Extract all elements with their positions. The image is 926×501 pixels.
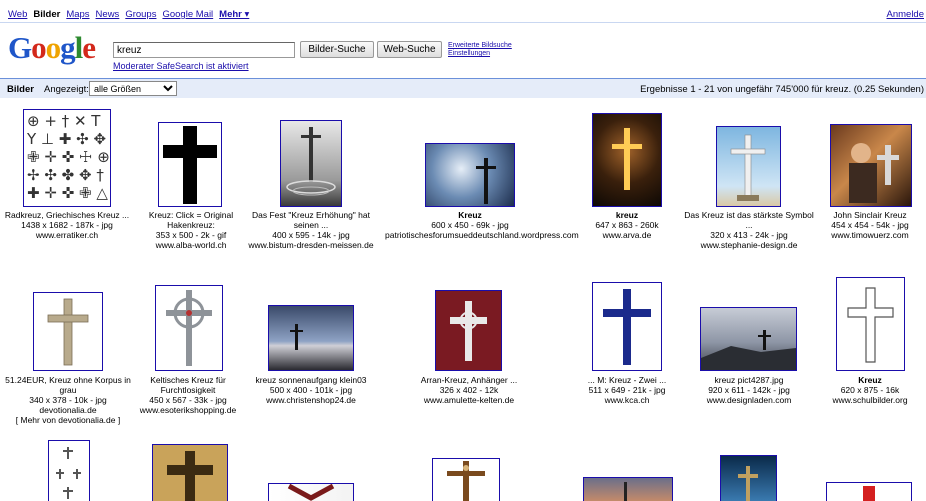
result-thumb-7[interactable] — [830, 124, 912, 207]
sunrise-cross-icon — [290, 324, 303, 350]
figure-cross-icon — [849, 143, 899, 203]
result-thumb-5[interactable] — [592, 113, 662, 207]
result-thumb-10[interactable] — [268, 305, 354, 371]
black-cross-icon — [163, 126, 217, 204]
result-caption-7: John Sinclair Kreuz 454 x 454 - 54k - jp… — [831, 210, 909, 240]
size-label: Angezeigt: — [44, 84, 89, 95]
nav-groups[interactable]: Groups — [125, 9, 156, 20]
result-caption-11: Arran-Kreuz, Anhänger ... 326 x 402 - 12… — [420, 375, 518, 405]
result-caption-3: Das Fest "Kreuz Erhöhung" hat seinen ...… — [248, 210, 374, 250]
web-search-button[interactable]: Web-Suche — [377, 41, 442, 58]
result-thumb-3[interactable] — [280, 120, 342, 207]
red-block-icon — [863, 486, 875, 501]
result-thumb-18[interactable] — [432, 458, 500, 501]
svg-text:⊕ + † ✕ T: ⊕ + † ✕ T — [27, 112, 101, 130]
result-thumb-14[interactable] — [836, 277, 905, 371]
nav-maps[interactable]: Maps — [66, 9, 89, 20]
nav-links: Web Bilder Maps News Groups Google Mail … — [8, 9, 249, 20]
outline-cross-icon — [847, 287, 894, 363]
metal-cross-icon — [730, 134, 766, 201]
underwater-cross-icon — [738, 466, 758, 501]
search-input[interactable] — [113, 42, 295, 58]
blue-cross-icon — [603, 289, 651, 365]
result-caption-12: ... M: Kreuz - Zwei ... 511 x 649 - 21k … — [587, 375, 667, 405]
result-thumb-12[interactable] — [592, 282, 662, 371]
grey-cross-icon — [47, 298, 89, 366]
result-thumb-6[interactable] — [716, 126, 781, 207]
result-caption-6: Das Kreuz ist das stärkste Symbol ... 32… — [684, 210, 814, 250]
svg-text:✙ ✛ ✜ ☩ ⊕: ✙ ✛ ✜ ☩ ⊕ — [27, 148, 110, 166]
nav-more[interactable]: Mehr ▾ — [219, 9, 249, 20]
result-thumb-2[interactable] — [158, 122, 222, 207]
result-caption-4: Kreuz 600 x 450 - 69k - jpg patriotische… — [385, 210, 579, 240]
svg-text:Y ⊥ ✚ ✣ ✥: Y ⊥ ✚ ✣ ✥ — [26, 130, 106, 148]
nav-web[interactable]: Web — [8, 9, 27, 20]
svg-text:✢ ✣ ✤ ✥ †: ✢ ✣ ✤ ✥ † — [27, 166, 104, 184]
result-thumb-16[interactable] — [152, 444, 228, 501]
ornate-cross-icon — [167, 451, 213, 501]
results-bar: Bilder Angezeigt: alle Größen Ergebnisse… — [0, 78, 926, 98]
cross-water-icon — [286, 127, 336, 196]
result-caption-8: 51.24EUR, Kreuz ohne Korpus in grau 340 … — [5, 375, 131, 425]
advanced-links: Erweiterte Bildsuche Einstellungen — [448, 42, 512, 58]
svg-text:✚ ✛ ✜ ✙ △: ✚ ✛ ✜ ✙ △ — [27, 184, 108, 202]
result-caption-14: Kreuz 620 x 875 - 16k www.schulbilder.or… — [832, 375, 908, 405]
cloud-cross-icon — [476, 158, 496, 204]
result-caption-1: Radkreuz, Griechisches Kreuz ... 1438 x … — [4, 210, 130, 240]
glowing-cross-icon — [612, 128, 642, 190]
nav-news[interactable]: News — [96, 9, 120, 20]
result-thumb-19[interactable] — [583, 477, 673, 501]
nav-images: Bilder — [33, 9, 61, 20]
result-thumb-15[interactable] — [48, 440, 90, 501]
settings-link[interactable]: Einstellungen — [448, 50, 490, 57]
result-caption-2: Kreuz: Click = Original Hakenkreuz: 353 … — [148, 210, 234, 250]
nav-divider — [0, 22, 926, 23]
google-logo[interactable]: Google — [8, 30, 96, 66]
result-thumb-9[interactable] — [155, 285, 223, 371]
top-nav: Web Bilder Maps News Groups Google Mail … — [0, 0, 926, 22]
small-crosses-icon — [56, 447, 81, 499]
image-search-button[interactable]: Bilder-Suche — [300, 41, 374, 58]
crosses-chart-icon: ⊕ + † ✕ T Y ⊥ ✚ ✣ ✥ ✙ ✛ ✜ ☩ ⊕ ✢ ✣ ✤ ✥ † … — [26, 112, 110, 202]
result-caption-13: kreuz pict4287.jpg 920 x 611 - 142k - jp… — [706, 375, 792, 405]
crucifix-icon — [447, 461, 485, 501]
arran-cross-icon — [450, 301, 487, 361]
size-select[interactable]: alle Größen — [89, 81, 177, 96]
result-caption-5: kreuz 647 x 863 - 260k www.arva.de — [595, 210, 659, 240]
nav-mail[interactable]: Google Mail — [162, 9, 213, 20]
cliff-cross-icon — [701, 330, 796, 370]
result-caption-9: Keltisches Kreuz für Furchtlosigkeit 450… — [139, 375, 237, 415]
result-caption-10: kreuz sonnenaufgang klein03 500 x 400 - … — [255, 375, 367, 405]
result-thumb-8[interactable] — [33, 292, 103, 371]
result-thumb-21[interactable] — [826, 482, 912, 501]
advanced-image-search-link[interactable]: Erweiterte Bildsuche — [448, 42, 512, 49]
safesearch-link[interactable]: Moderater SafeSearch ist aktiviert — [113, 61, 249, 71]
bar-label: Bilder — [7, 84, 34, 95]
result-thumb-1[interactable]: ⊕ + † ✕ T Y ⊥ ✚ ✣ ✥ ✙ ✛ ✜ ☩ ⊕ ✢ ✣ ✤ ✥ † … — [23, 109, 111, 207]
results-stats: Ergebnisse 1 - 21 von ungefähr 745'000 f… — [640, 84, 924, 95]
result-thumb-4[interactable] — [425, 143, 515, 207]
red-cross-icon — [287, 484, 335, 501]
celtic-cross-icon — [166, 290, 212, 366]
result-thumb-20[interactable] — [720, 455, 777, 501]
result-thumb-17[interactable] — [268, 483, 354, 501]
result-thumb-13[interactable] — [700, 307, 797, 371]
signin-link[interactable]: Anmelde — [887, 9, 925, 20]
result-thumb-11[interactable] — [435, 290, 502, 371]
dusk-cross-icon — [624, 482, 627, 501]
